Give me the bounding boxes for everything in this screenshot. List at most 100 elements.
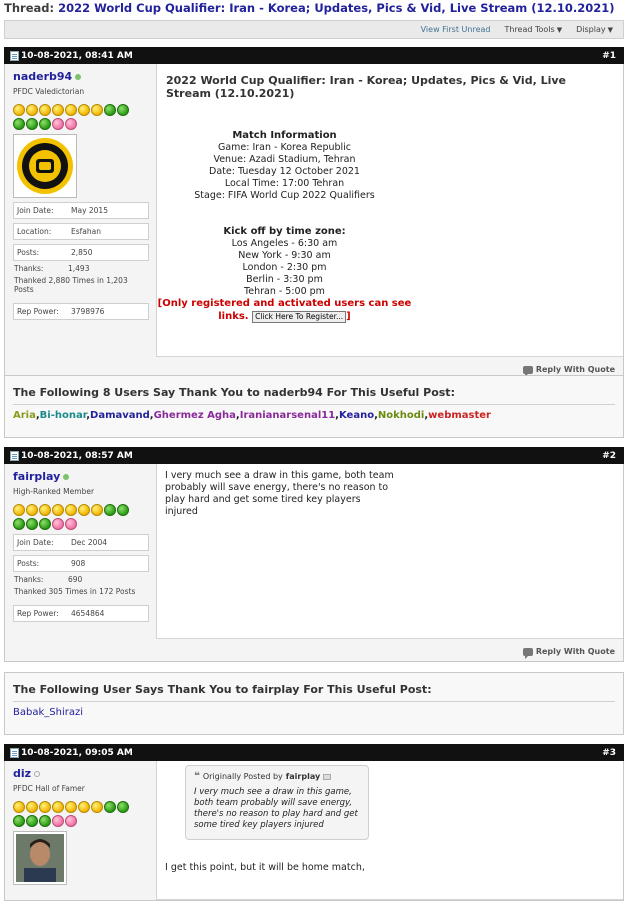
post-body: diz PFDC Hall of Famer ❝ Originally Post (4, 761, 624, 901)
thread-title-link[interactable]: 2022 World Cup Qualifier: Iran - Korea; … (58, 1, 614, 15)
kickoff-line: Berlin - 3:30 pm (246, 274, 323, 285)
post-number-link[interactable]: #1 (602, 51, 616, 61)
user-info: naderb94 PFDC Valedictorian Join Date: Ma… (13, 70, 149, 320)
thanks-user-link[interactable]: Damavand (90, 410, 150, 421)
thanks-user-link[interactable]: webmaster (428, 410, 491, 421)
posts-value: 908 (71, 559, 86, 568)
thanks-user-link[interactable]: Nokhodi (378, 410, 424, 421)
thanked-line: Thanked 2,880 Times in 1,203 Posts (14, 276, 128, 294)
quote-block: ❝ Originally Posted by fairplay I very m… (185, 765, 369, 840)
kickoff-heading: Kick off by time zone: (223, 226, 346, 237)
quote-text: I very much see a draw in this game, bot… (194, 787, 358, 830)
rep-gem-icon (39, 104, 51, 116)
rep-power-label: Rep Power: (17, 307, 59, 316)
thanked-line: Thanked 305 Times in 172 Posts (14, 587, 136, 596)
post: 10-08-2021, 08:41 AM #1 naderb94 PFDC Va… (4, 47, 624, 380)
user-title: PFDC Valedictorian (13, 87, 85, 96)
thanks-box: The Following User Says Thank You to fai… (4, 672, 624, 735)
post-date: 10-08-2021, 08:57 AM (10, 450, 133, 461)
rep-gem-icon (65, 801, 77, 813)
rep-gem-icon (13, 118, 25, 130)
match-info-line: Date: Tuesday 12 October 2021 (209, 166, 360, 177)
rep-gem-icon (39, 815, 51, 827)
rep-gem-icon (104, 504, 116, 516)
rep-power-value: 3798976 (71, 307, 105, 316)
reputation-gems (13, 504, 149, 530)
location-label: Location: (17, 227, 52, 236)
thanks-user-link[interactable]: Bi-honar (40, 410, 87, 421)
rep-gem-icon (52, 504, 64, 516)
rep-gem-icon (39, 518, 51, 530)
thanks-divider (13, 701, 615, 702)
rep-power-label: Rep Power: (17, 609, 59, 618)
thanks-title: The Following 8 Users Say Thank You to n… (13, 386, 455, 399)
post: 10-08-2021, 08:57 AM #2 fairplay High-Ra… (4, 447, 624, 662)
view-first-unread-link[interactable]: View First Unread (421, 25, 491, 34)
post: 10-08-2021, 09:05 AM #3 diz PFDC Hall of… (4, 744, 624, 901)
club-logo-icon (17, 138, 73, 194)
thanks-user-link[interactable]: Babak_Shirazi (13, 707, 83, 718)
avatar[interactable] (13, 831, 67, 885)
post-header: 10-08-2021, 09:05 AM #3 (4, 744, 624, 761)
rep-gem-icon (91, 104, 103, 116)
post-title: 2022 World Cup Qualifier: Iran - Korea; … (166, 74, 566, 100)
quote-author: fairplay (285, 772, 321, 781)
dropdown-arrow-icon: ▼ (556, 26, 563, 34)
thanks-user-link[interactable]: Ghermez Agha (154, 410, 236, 421)
reply-with-quote-button[interactable]: Reply With Quote (522, 365, 615, 377)
user-info: fairplay High-Ranked Member Join Date: De… (13, 470, 149, 622)
post-number-link[interactable]: #2 (602, 451, 616, 461)
thanks-user-link[interactable]: Aria (13, 410, 36, 421)
rep-gem-icon (91, 504, 103, 516)
username[interactable]: fairplay (13, 470, 149, 483)
rep-gem-icon (52, 801, 64, 813)
join-date-label: Join Date: (17, 538, 54, 547)
post-date-text: 10-08-2021, 08:57 AM (21, 450, 133, 461)
reply-with-quote-button[interactable]: Reply With Quote (522, 647, 615, 659)
username[interactable]: naderb94 (13, 70, 149, 83)
thanks-users-list: Aria,Bi-honar,Damavand,Ghermez Agha,Iran… (13, 410, 491, 421)
rep-power-box: Rep Power: 3798976 (13, 303, 149, 320)
display-menu[interactable]: Display ▼ (576, 25, 613, 34)
rep-gem-icon (78, 801, 90, 813)
rep-gem-icon (13, 504, 25, 516)
user-title: PFDC Hall of Famer (13, 784, 85, 793)
rep-gem-icon (65, 815, 77, 827)
username-text: diz (13, 767, 32, 780)
thread-tools-label: Thread Tools (504, 25, 555, 34)
registration-warning: [Only registered and activated users can… (157, 297, 412, 323)
post-date: 10-08-2021, 09:05 AM (10, 747, 133, 758)
reply-with-quote-label: Reply With Quote (535, 647, 615, 656)
dropdown-arrow-icon: ▼ (607, 26, 613, 34)
rep-gem-icon (65, 504, 77, 516)
post-body: fairplay High-Ranked Member Join Date: De… (4, 464, 624, 662)
quote-header: ❝ Originally Posted by fairplay (194, 771, 360, 782)
user-photo-icon (16, 834, 64, 882)
rep-gem-icon (52, 104, 64, 116)
rep-gem-icon (104, 104, 116, 116)
thanks-users-list: Babak_Shirazi (13, 707, 615, 718)
view-post-icon[interactable] (323, 773, 332, 780)
post-document-icon (10, 747, 19, 758)
posts-label: Posts: (17, 559, 40, 568)
kickoff-line: Los Angeles - 6:30 am (231, 238, 338, 249)
thanks-user-link[interactable]: Keano (339, 410, 374, 421)
post-header: 10-08-2021, 08:41 AM #1 (4, 47, 624, 64)
register-button[interactable]: Click Here To Register... (252, 311, 347, 323)
avatar[interactable] (13, 134, 77, 198)
rep-gem-icon (26, 104, 38, 116)
rep-gem-icon (117, 104, 129, 116)
post-document-icon (10, 450, 19, 461)
thread-title: Thread: 2022 World Cup Qualifier: Iran -… (4, 1, 615, 15)
thread-tools-menu[interactable]: Thread Tools ▼ (504, 25, 562, 34)
thanks-user-link[interactable]: Iranianarsenal11 (240, 410, 335, 421)
post-number-link[interactable]: #3 (602, 748, 616, 758)
match-info: Match Information Game: Iran - Korea Rep… (157, 130, 412, 202)
join-date-value: Dec 2004 (71, 538, 107, 547)
username[interactable]: diz (13, 767, 149, 780)
online-status-icon (75, 73, 82, 80)
rep-gem-icon (52, 815, 64, 827)
offline-status-icon (34, 770, 41, 777)
reputation-gems (13, 801, 149, 827)
post-date-text: 10-08-2021, 08:41 AM (21, 50, 133, 61)
